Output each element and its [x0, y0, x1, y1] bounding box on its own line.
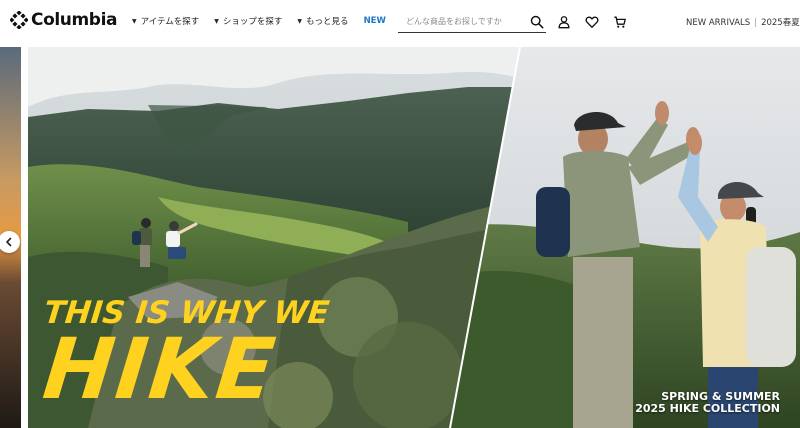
nav-item-label: アイテムを探す [140, 17, 200, 27]
collection-caption: SPRING & SUMMER 2025 HIKE COLLECTION [635, 391, 780, 415]
nav-item-items[interactable]: ▼ アイテムを探す [132, 15, 199, 27]
nav-item-label: ショップを探す [222, 17, 283, 27]
chevron-left-icon [6, 237, 12, 247]
cart-icon[interactable] [613, 15, 627, 29]
nav-item-more[interactable]: ▼ もっと見る [297, 15, 348, 27]
hero-slide-hike[interactable]: THIS IS WHY WE HIKE SPRING & SUMMER 2025… [28, 47, 800, 428]
hero-headline: THIS IS WHY WE HIKE [39, 295, 331, 418]
nav-item-label: もっと見る [306, 17, 349, 27]
wishlist-icon[interactable] [585, 15, 599, 29]
main-nav: ▼ アイテムを探す ▼ ショップを探す ▼ もっと見る NEW [132, 15, 386, 27]
caret-down-icon: ▼ [214, 17, 219, 25]
columbia-logo[interactable]: Columbia [10, 10, 117, 30]
nav-item-shops[interactable]: ▼ ショップを探す [214, 15, 282, 27]
promo-separator: | [754, 18, 758, 28]
hero-carousel: THIS IS WHY WE HIKE SPRING & SUMMER 2025… [0, 47, 800, 428]
account-icon[interactable] [557, 15, 571, 29]
brand-name: Columbia [31, 10, 118, 30]
caret-down-icon: ▼ [297, 17, 303, 25]
collection-line-2: 2025 HIKE COLLECTION [635, 402, 780, 415]
search-input[interactable] [406, 14, 526, 28]
nav-new-link[interactable]: NEW [364, 16, 386, 26]
new-arrivals-link[interactable]: NEW ARRIVALS [686, 18, 750, 28]
promo-links: NEW ARRIVALS | 2025春夏 [686, 16, 800, 28]
search-icon[interactable] [530, 15, 544, 29]
headline-line-2: HIKE [38, 320, 282, 418]
site-header: Columbia ▼ アイテムを探す ▼ ショップを探す ▼ もっと見る NEW [0, 0, 800, 47]
caret-down-icon: ▼ [132, 17, 137, 25]
search-bar [398, 11, 546, 33]
season-link[interactable]: 2025春夏 [761, 18, 800, 28]
columbia-diamond-icon [10, 11, 28, 29]
